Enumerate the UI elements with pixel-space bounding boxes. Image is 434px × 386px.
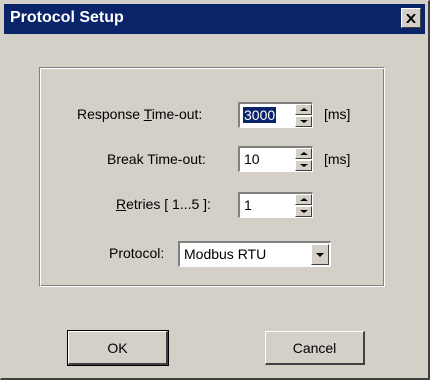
- break-timeout-field[interactable]: 10: [238, 146, 313, 172]
- close-icon: [406, 13, 416, 23]
- break-timeout-up-button[interactable]: [295, 148, 312, 159]
- response-timeout-up-button[interactable]: [295, 104, 312, 115]
- chevron-down-icon: [316, 253, 324, 257]
- window-title: Protocol Setup: [10, 9, 124, 26]
- break-timeout-spinner[interactable]: [295, 148, 312, 171]
- response-timeout-label: Response Time-out:: [77, 106, 203, 122]
- response-timeout-value[interactable]: 3000: [243, 107, 277, 123]
- title-bar[interactable]: Protocol Setup: [4, 4, 425, 34]
- break-timeout-unit: [ms]: [324, 151, 351, 167]
- arrow-up-icon: [300, 108, 308, 111]
- retries-spinner[interactable]: [295, 194, 312, 217]
- protocol-label: Protocol:: [109, 245, 165, 261]
- arrow-down-icon: [300, 120, 308, 123]
- break-timeout-down-button[interactable]: [295, 160, 312, 171]
- protocol-dropdown-button[interactable]: [311, 244, 329, 265]
- retries-label: Retries [ 1...5 ]:: [116, 196, 211, 212]
- retries-down-button[interactable]: [295, 206, 312, 217]
- break-timeout-label: Break Time-out:: [107, 151, 206, 167]
- arrow-up-icon: [300, 198, 308, 201]
- response-timeout-field[interactable]: 3000: [238, 102, 313, 128]
- response-timeout-unit: [ms]: [324, 106, 351, 122]
- arrow-up-icon: [300, 152, 308, 155]
- close-button[interactable]: [401, 8, 421, 28]
- response-timeout-down-button[interactable]: [295, 116, 312, 127]
- retries-field[interactable]: 1: [238, 192, 313, 218]
- ok-button[interactable]: OK: [67, 330, 169, 366]
- arrow-down-icon: [300, 164, 308, 167]
- retries-up-button[interactable]: [295, 194, 312, 205]
- response-timeout-spinner[interactable]: [295, 104, 312, 127]
- cancel-button[interactable]: Cancel: [265, 331, 365, 365]
- protocol-select[interactable]: Modbus RTU: [178, 241, 331, 267]
- protocol-setup-dialog: Protocol Setup Response Time-out: 3000 […: [0, 0, 430, 380]
- retries-value[interactable]: 1: [243, 197, 253, 213]
- break-timeout-value[interactable]: 10: [243, 151, 261, 167]
- protocol-value: Modbus RTU: [184, 246, 267, 262]
- arrow-down-icon: [300, 210, 308, 213]
